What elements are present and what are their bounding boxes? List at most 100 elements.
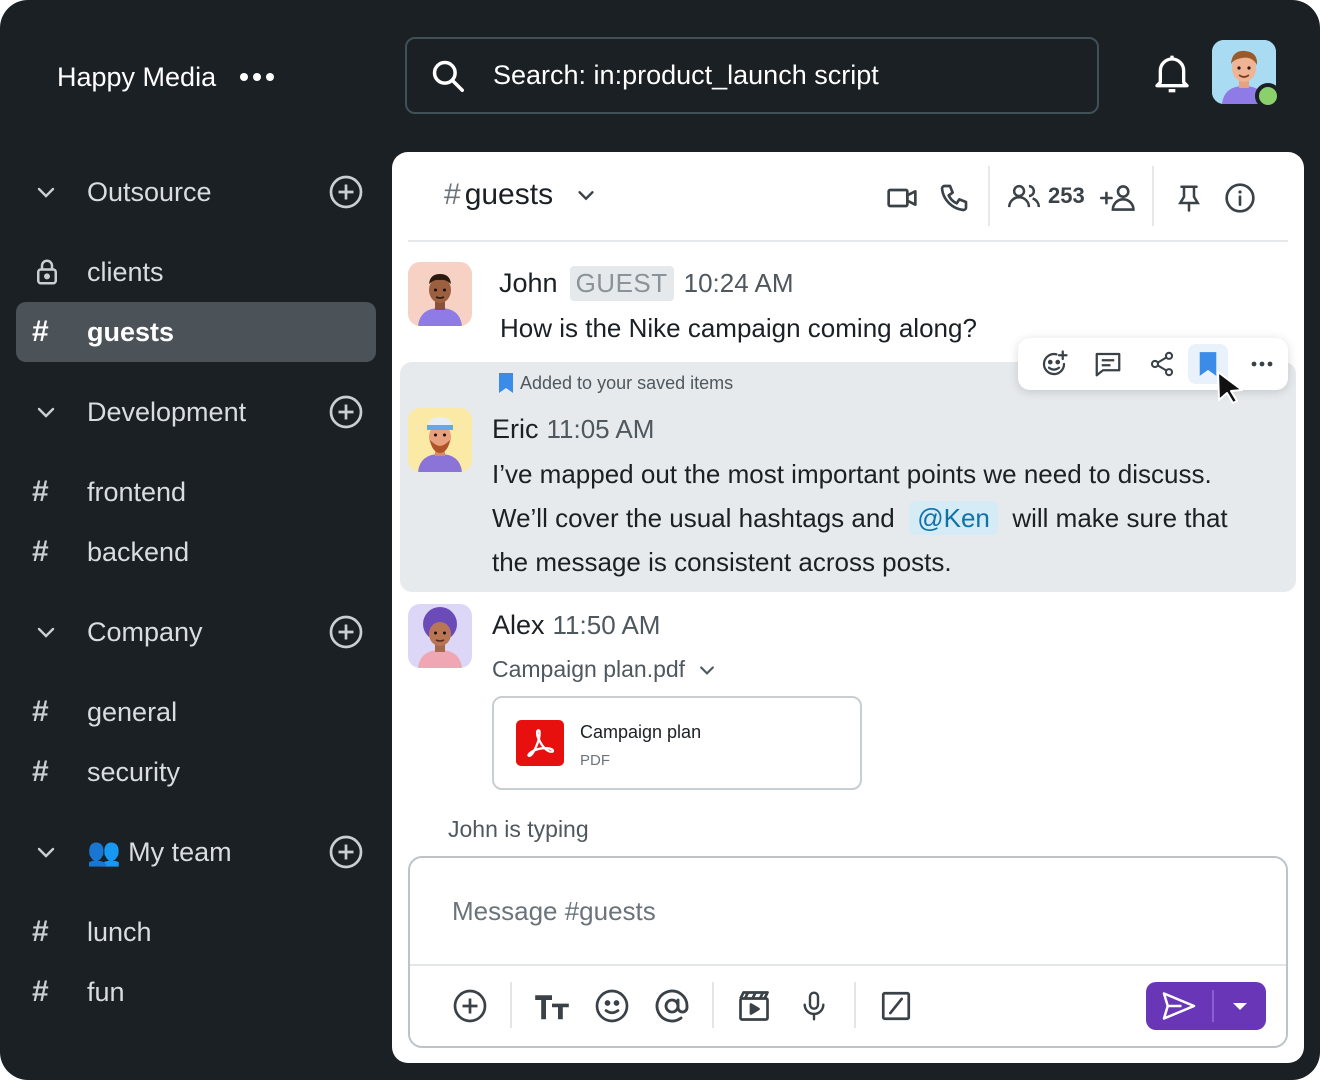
file-attachment-card[interactable]: Campaign plan PDF [492,696,862,790]
sidebar-item-general[interactable]: # general [16,682,376,742]
hash-icon: # [32,315,49,348]
author-name[interactable]: Alex [492,610,545,641]
avatar[interactable] [408,262,472,326]
hash-icon: # [32,475,49,508]
chevron-down-icon[interactable] [34,840,58,864]
more-actions-button[interactable] [1242,344,1282,384]
message-time: 11:05 AM [546,414,655,444]
avatar-image-alex [408,604,472,668]
message-time: 11:50 AM [552,610,661,640]
add-channel-icon[interactable] [328,394,364,430]
file-type: PDF [580,752,610,769]
search-bar[interactable]: Search: in:product_launch script [405,37,1099,114]
slash-command-button[interactable] [878,988,914,1024]
phone-icon[interactable] [938,182,970,214]
bell-icon[interactable] [1152,52,1192,96]
message-line: I’ve mapped out the most important point… [492,459,1212,489]
video-call-icon[interactable] [886,182,918,214]
add-channel-icon[interactable] [328,614,364,650]
avatar-image-john [408,262,472,326]
section-label-text: My team [128,837,232,867]
message-input[interactable] [410,858,1286,964]
video-clip-button[interactable] [736,988,772,1024]
author-name[interactable]: John [499,268,558,299]
chevron-down-icon[interactable] [575,184,597,206]
mention-button[interactable] [654,988,690,1024]
text-format-button[interactable] [534,988,570,1024]
message-text: How is the Nike campaign coming along? [500,313,977,343]
message-actions-toolbar [1018,338,1288,390]
user-avatar[interactable] [1212,40,1281,109]
sidebar-item-clients[interactable]: clients [16,242,376,302]
avatar[interactable] [408,408,472,472]
caret-down-icon [1233,1003,1247,1010]
info-icon[interactable] [1224,182,1256,214]
channel-title[interactable]: # guests [444,178,597,212]
hash-icon: # [32,755,49,788]
sidebar-section-development[interactable]: Development [16,382,376,442]
sidebar-section-outsource[interactable]: Outsource [16,162,376,222]
guest-badge: GUEST [569,266,674,301]
bookmark-icon [499,373,513,393]
sidebar-item-label: security [87,756,181,787]
sidebar-item-frontend[interactable]: # frontend [16,462,376,522]
sidebar-item-fun[interactable]: # fun [16,962,376,1022]
share-button[interactable] [1142,344,1182,384]
sidebar-section-company[interactable]: Company [16,602,376,662]
sidebar-item-security[interactable]: # security [16,742,376,802]
add-channel-icon[interactable] [328,834,364,870]
emoji-button[interactable] [594,988,630,1024]
send-options-button[interactable] [1214,982,1266,1030]
message-fragment: will make sure that [1012,503,1228,533]
author-name[interactable]: Eric [492,414,539,445]
slash-command-icon [881,991,911,1021]
message-fragment: We’ll cover the usual hashtags and [492,503,895,533]
add-reaction-icon [1042,350,1068,376]
channel-header: # guests 253 [408,152,1288,242]
voice-message-button[interactable] [796,988,832,1024]
bookmark-icon [1199,352,1217,376]
add-member-icon[interactable] [1100,182,1136,214]
sidebar-item-lunch[interactable]: # lunch [16,902,376,962]
pdf-icon [516,720,564,766]
sidebar-item-label: guests [87,316,175,347]
at-sign-icon [655,989,689,1023]
file-name-toggle[interactable]: Campaign plan.pdf [492,656,717,683]
member-count-button[interactable]: 253 [1008,182,1085,210]
message-time: 10:24 AM [683,268,794,298]
message-header: Eric 11:05 AM [492,414,654,445]
typing-indicator: John is typing [448,816,589,842]
sidebar-section-my-team[interactable]: 👥 My team [16,822,376,882]
add-channel-icon[interactable] [328,174,364,210]
message-line: We’ll cover the usual hashtags and @Ken … [492,496,1292,540]
reply-thread-button[interactable] [1088,344,1128,384]
sidebar-item-label: lunch [87,916,152,947]
plus-circle-icon [453,989,487,1023]
chevron-down-icon[interactable] [34,620,58,644]
sidebar-item-label: clients [87,256,164,287]
message-composer [408,856,1288,1048]
chevron-down-icon [700,665,714,675]
team-emoji-icon: 👥 [87,837,121,867]
hash-icon: # [32,915,49,948]
sidebar-item-guests[interactable]: # guests [16,302,376,362]
avatar[interactable] [408,604,472,668]
search-input[interactable]: Search: in:product_launch script [493,60,879,91]
toolbar-divider [712,982,714,1028]
send-button[interactable] [1146,982,1212,1030]
workspace-switcher[interactable]: Happy Media [57,58,275,96]
hash-icon: # [444,178,461,211]
attach-button[interactable] [452,988,488,1024]
app-window: Happy Media Search: in:product_launch sc… [0,0,1320,1080]
sidebar-item-backend[interactable]: # backend [16,522,376,582]
channel-panel: # guests 253 John GUEST 10:24 AM How is … [392,152,1304,1063]
member-count: 253 [1048,183,1085,208]
chevron-down-icon[interactable] [34,180,58,204]
file-name: Campaign plan.pdf [492,656,686,682]
add-reaction-button[interactable] [1034,344,1074,384]
user-mention[interactable]: @Ken [909,501,998,535]
chevron-down-icon[interactable] [34,400,58,424]
pin-icon[interactable] [1174,182,1204,214]
header-divider [1152,166,1154,226]
more-horizontal-icon[interactable] [240,73,275,81]
